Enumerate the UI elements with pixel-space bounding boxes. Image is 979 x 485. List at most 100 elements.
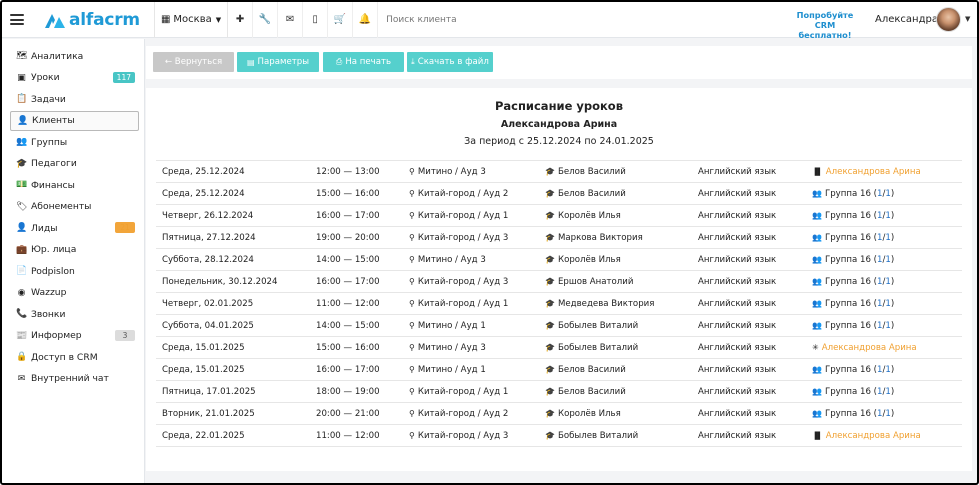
lesson-date: Пятница, 17.01.2025: [162, 386, 256, 397]
table-cell: ⚲ Китай-город / Ауд 3: [409, 424, 545, 447]
lesson-teacher[interactable]: Бобылев Виталий: [558, 321, 638, 331]
sidebar-item[interactable]: 👤 Клиенты: [10, 110, 139, 131]
group-link[interactable]: Группа 16: [825, 277, 871, 287]
lesson-room: Митино / Ауд 1: [417, 320, 486, 331]
group-total-count: 1: [885, 188, 891, 199]
map-marker-icon: ⚲: [409, 188, 415, 198]
sidebar-item[interactable]: 💵 Финансы: [10, 175, 139, 195]
hamburger-menu-icon[interactable]: [10, 14, 24, 25]
lesson-teacher[interactable]: Бобылев Виталий: [558, 431, 638, 441]
lesson-teacher[interactable]: Королёв Илья: [558, 409, 621, 419]
lesson-teacher[interactable]: Королёв Илья: [558, 211, 621, 221]
group-link[interactable]: Группа 16: [825, 365, 871, 375]
table-cell: 🎓 Медведева Виктория: [545, 292, 698, 315]
lesson-teacher[interactable]: Маркова Виктория: [558, 233, 643, 243]
table-cell: Английский язык: [698, 336, 812, 359]
table-cell: 11:00 — 12:00: [316, 424, 409, 447]
group-link[interactable]: Группа 16: [825, 233, 871, 243]
group-link[interactable]: Группа 16: [825, 321, 871, 331]
client-link[interactable]: Александрова Арина: [822, 343, 917, 353]
client-link[interactable]: Александрова Арина: [826, 431, 921, 441]
group-link[interactable]: Группа 16: [825, 255, 871, 265]
table-cell: Английский язык: [698, 424, 812, 447]
sidebar-item[interactable]: ▣ Уроки 117: [10, 68, 139, 88]
table-cell: 👥 Группа 16 (1/1): [812, 292, 962, 315]
lesson-subject: Английский язык: [698, 188, 777, 199]
sidebar-item[interactable]: ✉ Внутренний чат: [10, 369, 139, 389]
lesson-teacher[interactable]: Бобылев Виталий: [558, 343, 638, 353]
branch-selector[interactable]: ▦ Москва ▼: [155, 2, 227, 38]
map-marker-icon: ⚲: [409, 342, 415, 352]
group-link[interactable]: Группа 16: [825, 387, 871, 397]
sidebar-item[interactable]: 💼 Юр. лица: [10, 240, 139, 260]
logo[interactable]: alfacrm: [44, 2, 140, 38]
client-link[interactable]: Александрова Арина: [826, 167, 921, 177]
graduation-cap-icon: 🎓: [545, 166, 555, 176]
cart-icon[interactable]: 🛒: [328, 2, 354, 38]
bell-icon[interactable]: 🔔: [353, 2, 379, 38]
sidebar-item[interactable]: 🗺 Аналитика: [10, 46, 139, 66]
promo-link[interactable]: Попробуйте CRM бесплатно!: [787, 10, 863, 40]
group-link[interactable]: Группа 16: [825, 299, 871, 309]
sidebar-item[interactable]: 🔒 Доступ в CRM: [10, 347, 139, 367]
table-cell: 14:00 — 15:00: [316, 248, 409, 271]
lesson-teacher[interactable]: Белов Василий: [558, 189, 626, 199]
group-link[interactable]: Группа 16: [825, 211, 871, 221]
graduation-cap-icon: 🎓: [16, 158, 28, 169]
sidebar-item-label: Финансы: [31, 179, 75, 191]
client-search-input[interactable]: [386, 14, 747, 25]
params-button[interactable]: ▤ Параметры: [237, 52, 319, 72]
graduation-cap-icon: 🎓: [545, 408, 555, 418]
sidebar-item[interactable]: 📞 Звонки: [10, 304, 139, 324]
sidebar-item[interactable]: 📄 Podpislon: [10, 261, 139, 281]
sidebar-item[interactable]: 👥 Группы: [10, 132, 139, 152]
lesson-date: Пятница, 27.12.2024: [162, 232, 256, 243]
sidebar-item[interactable]: 👤 Лиды 21: [10, 218, 139, 238]
sidebar-item[interactable]: 📋 Задачи: [10, 89, 139, 109]
sidebar-item[interactable]: 🎓 Педагоги: [10, 154, 139, 174]
group-link[interactable]: Группа 16: [825, 409, 871, 419]
top-bar: alfacrm ▦ Москва ▼ ✚ 🔧 ✉ ▯ 🛒 🔔 Попробуйт…: [2, 2, 977, 40]
table-cell: 👥 Группа 16 (1/1): [812, 226, 962, 249]
group-total-count: 1: [885, 320, 891, 331]
sidebar-item[interactable]: 🏷 Абонементы: [10, 197, 139, 217]
group-attendance-count: 1: [877, 254, 883, 265]
lesson-teacher[interactable]: Белов Василий: [558, 365, 626, 375]
action-toolbar: ← Вернуться ▤ Параметры ⎙ На печать ⤓ Скача…: [146, 46, 972, 79]
lesson-subject: Английский язык: [698, 364, 777, 375]
chevron-down-icon[interactable]: ▼: [965, 15, 970, 23]
map-marker-icon: ⚲: [409, 254, 415, 264]
table-row: Вторник, 21.01.2025 20:00 — 21:00 ⚲ Китай-г…: [156, 402, 962, 425]
group-link[interactable]: Группа 16: [825, 189, 871, 199]
plus-icon[interactable]: ✚: [228, 2, 254, 38]
lesson-teacher[interactable]: Медведева Виктория: [558, 299, 654, 309]
lesson-time: 15:00 — 16:00: [316, 342, 380, 353]
print-button[interactable]: ⎙ На печать: [323, 52, 404, 72]
alfacrm-logo-icon: [44, 11, 66, 29]
user-name[interactable]: Александра: [875, 14, 938, 25]
table-cell: 👥 Группа 16 (1/1): [812, 358, 962, 381]
lesson-teacher[interactable]: Королёв Илья: [558, 255, 621, 265]
mobile-icon[interactable]: ▯: [303, 2, 329, 38]
lesson-time: 14:00 — 15:00: [316, 320, 380, 331]
table-cell: 16:00 — 17:00: [316, 204, 409, 227]
back-button[interactable]: ← Вернуться: [153, 52, 234, 72]
table-cell: ✳ Александрова Арина: [812, 336, 962, 359]
lesson-teacher[interactable]: Ершов Анатолий: [558, 277, 634, 287]
lesson-time: 19:00 — 20:00: [316, 232, 380, 243]
sidebar-item-label: Клиенты: [32, 115, 75, 126]
graduation-cap-icon: 🎓: [545, 232, 555, 242]
sidebar-item[interactable]: ◉ Wazzup: [10, 283, 139, 303]
asterisk-icon: ✳: [812, 342, 819, 352]
envelope-icon[interactable]: ✉: [278, 2, 304, 38]
sidebar-item-label: Лиды: [31, 222, 58, 234]
table-cell: 12:00 — 13:00: [316, 160, 409, 183]
lesson-date: Среда, 25.12.2024: [162, 188, 245, 199]
lesson-teacher[interactable]: Белов Василий: [558, 387, 626, 397]
sidebar-item[interactable]: 📰 Информер 3: [10, 326, 139, 346]
download-button[interactable]: ⤓ Скачать в файл: [407, 52, 493, 72]
map-marker-icon: ⚲: [409, 386, 415, 396]
lesson-teacher[interactable]: Белов Василий: [558, 167, 626, 177]
wrench-icon[interactable]: 🔧: [253, 2, 279, 38]
avatar[interactable]: [936, 7, 961, 32]
